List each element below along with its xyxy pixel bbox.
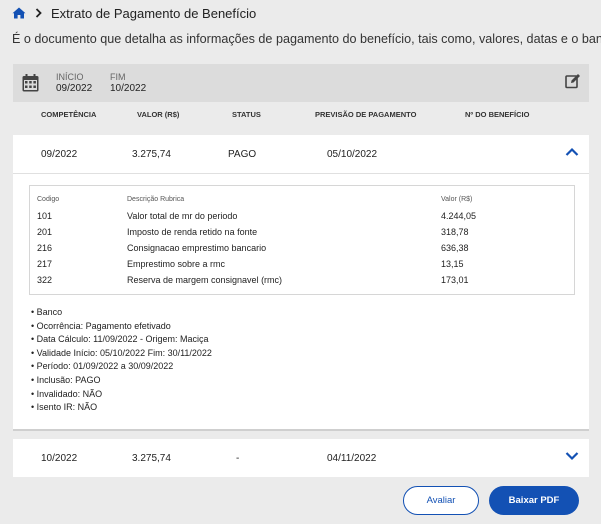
col-beneficio: Nº DO BENEFÍCIO: [465, 110, 530, 119]
rubrica-descricao: Emprestimo sobre a rmc: [127, 259, 226, 269]
divider: [13, 429, 589, 431]
rubrica-codigo: 101: [37, 211, 53, 221]
rubrica-valor: 636,38: [441, 243, 469, 253]
rubrica-header-codigo: Codigo: [37, 196, 60, 203]
period-start-value: 09/2022: [56, 83, 93, 94]
chevron-up-icon[interactable]: [565, 147, 579, 160]
rubrica-descricao: Reserva de margem consignavel (rmc): [127, 275, 283, 285]
table-header: COMPETÊNCIA VALOR (R$) STATUS PREVISÃO D…: [13, 103, 589, 129]
page-title: Extrato de Pagamento de Benefício: [51, 5, 257, 21]
page-subtitle: É o documento que detalha as informações…: [12, 32, 601, 46]
rubrica-valor: 4.244,05: [441, 211, 477, 221]
row-previsao: 05/10/2022: [327, 149, 378, 160]
row-competencia: 10/2022: [41, 453, 78, 464]
rubrica-row: 101 Valor total de mr do periodo 4.244,0…: [30, 211, 574, 227]
info-validade: • Validade Início: 05/10/2022 Fim: 30/11…: [31, 347, 212, 358]
avaliar-button[interactable]: Avaliar: [403, 486, 479, 515]
info-invalidado: • Invalidado: NÃO: [31, 388, 103, 399]
rubrica-descricao: Valor total de mr do periodo: [127, 211, 238, 221]
rubrica-valor: 173,01: [441, 275, 469, 285]
period-end: FIM 10/2022: [110, 72, 146, 94]
rubrica-descricao: Imposto de renda retido na fonte: [127, 227, 258, 237]
rubrica-row: 322 Reserva de margem consignavel (rmc) …: [30, 275, 574, 291]
rubrica-header-valor: Valor (R$): [441, 196, 473, 203]
rubrica-row: 201 Imposto de renda retido na fonte 318…: [30, 227, 574, 243]
rubrica-codigo: 322: [37, 275, 53, 285]
rubrica-valor: 13,15: [441, 259, 464, 269]
row-status: PAGO: [228, 149, 257, 160]
row-status: -: [236, 453, 240, 464]
info-isento-ir: • Isento IR: NÃO: [31, 402, 98, 413]
breadcrumb: Extrato de Pagamento de Benefício: [12, 3, 256, 23]
info-banco: • Banco: [31, 307, 63, 317]
edit-icon[interactable]: [565, 73, 581, 94]
period-end-label: FIM: [110, 72, 126, 82]
table-row[interactable]: 10/2022 3.275,74 - 04/11/2022: [13, 439, 589, 477]
table-row[interactable]: 09/2022 3.275,74 PAGO 05/10/2022: [13, 135, 589, 173]
row-previsao: 04/11/2022: [327, 453, 377, 464]
col-previsao: PREVISÃO DE PAGAMENTO: [315, 110, 417, 119]
rubrica-row: 216 Consignacao emprestimo bancario 636,…: [30, 243, 574, 259]
col-competencia: COMPETÊNCIA: [41, 110, 97, 119]
period-start-label: INÍCIO: [56, 72, 84, 82]
row-competencia: 09/2022: [41, 149, 78, 160]
info-inclusao: • Inclusão: PAGO: [31, 374, 101, 385]
row-valor: 3.275,74: [132, 149, 171, 160]
rubrica-row: 217 Emprestimo sobre a rmc 13,15: [30, 259, 574, 275]
info-periodo: • Período: 01/09/2022 a 30/09/2022: [31, 361, 174, 372]
rubrica-header-descricao: Descrição Rubrica: [127, 196, 185, 203]
period-filter-bar: INÍCIO 09/2022 FIM 10/2022: [13, 64, 589, 102]
col-status: STATUS: [232, 110, 261, 119]
rubrica-table: Codigo Descrição Rubrica Valor (R$) 101 …: [29, 185, 575, 295]
chevron-right-icon: [35, 8, 42, 18]
rubrica-codigo: 201: [37, 227, 53, 237]
rubrica-descricao: Consignacao emprestimo bancario: [127, 243, 267, 253]
chevron-down-icon[interactable]: [565, 451, 579, 464]
period-end-value: 10/2022: [110, 83, 147, 94]
row-detail-panel: Codigo Descrição Rubrica Valor (R$) 101 …: [13, 173, 589, 431]
calendar-icon: [22, 74, 39, 97]
row-valor: 3.275,74: [132, 453, 171, 464]
info-data-calculo: • Data Cálculo: 11/09/2022 - Origem: Mac…: [31, 334, 209, 345]
period-start: INÍCIO 09/2022: [56, 72, 92, 94]
home-icon[interactable]: [12, 7, 26, 19]
rubrica-valor: 318,78: [441, 227, 469, 237]
payment-info-list: • Banco • Ocorrência: Pagamento efetivad…: [31, 306, 212, 415]
baixar-pdf-button[interactable]: Baixar PDF: [489, 486, 579, 515]
col-valor: VALOR (R$): [137, 110, 180, 119]
info-ocorrencia: • Ocorrência: Pagamento efetivado: [31, 320, 171, 331]
rubrica-codigo: 216: [37, 243, 53, 253]
rubrica-codigo: 217: [37, 259, 53, 269]
